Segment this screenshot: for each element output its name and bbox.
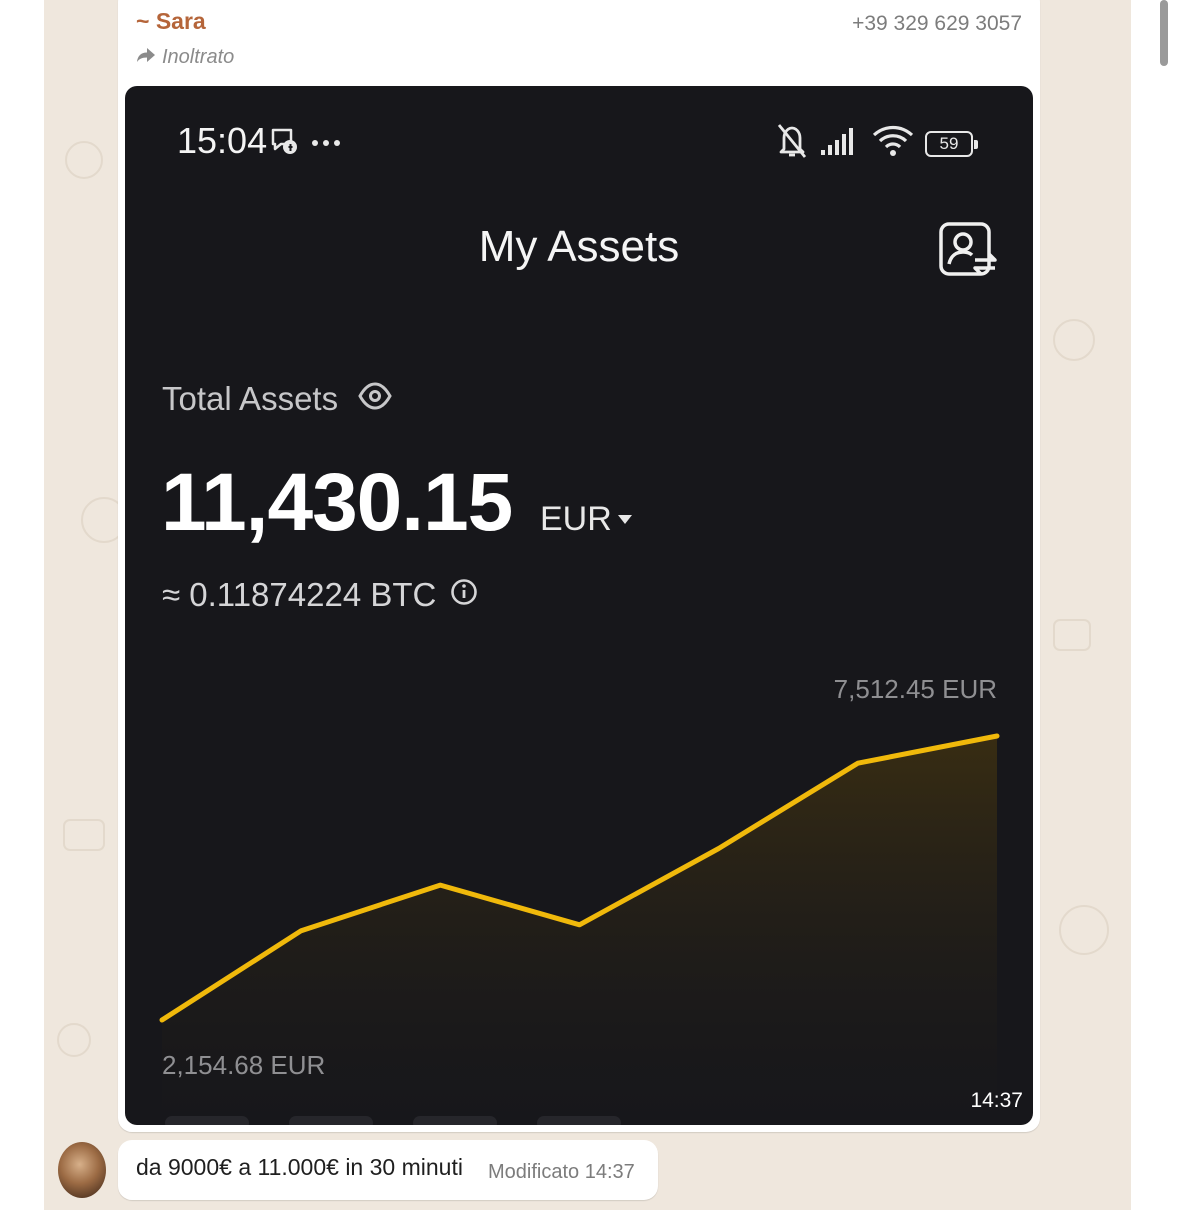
reply-message-meta: Modificato 14:37	[488, 1161, 635, 1183]
avatar[interactable]	[58, 1142, 106, 1198]
forwarded-label: Inoltrato	[162, 46, 235, 68]
chart-min-label: 2,154.68 EUR	[162, 1050, 326, 1080]
forward-arrow-icon	[136, 46, 156, 69]
bottom-tabs	[165, 1116, 621, 1125]
reply-message-text: da 9000€ a 11.000€ in 30 minuti	[136, 1154, 463, 1180]
chart-max-label: 7,512.45 EUR	[833, 674, 997, 704]
bottom-tab[interactable]	[413, 1116, 497, 1125]
forwarded-indicator: Inoltrato	[136, 46, 234, 69]
scrollbar[interactable]	[1160, 0, 1168, 66]
image-timestamp: 14:37	[970, 1089, 1023, 1112]
sender-name[interactable]: ~ Sara	[136, 8, 206, 35]
bottom-tab[interactable]	[165, 1116, 249, 1125]
bottom-tab[interactable]	[537, 1116, 621, 1125]
assets-line-chart	[159, 733, 1000, 1125]
shared-screenshot-image[interactable]: 15:04 59 My Assets Total Assets 11,430.1…	[125, 86, 1033, 1125]
sender-phone: +39 329 629 3057	[852, 12, 1022, 35]
bottom-tab[interactable]	[289, 1116, 373, 1125]
